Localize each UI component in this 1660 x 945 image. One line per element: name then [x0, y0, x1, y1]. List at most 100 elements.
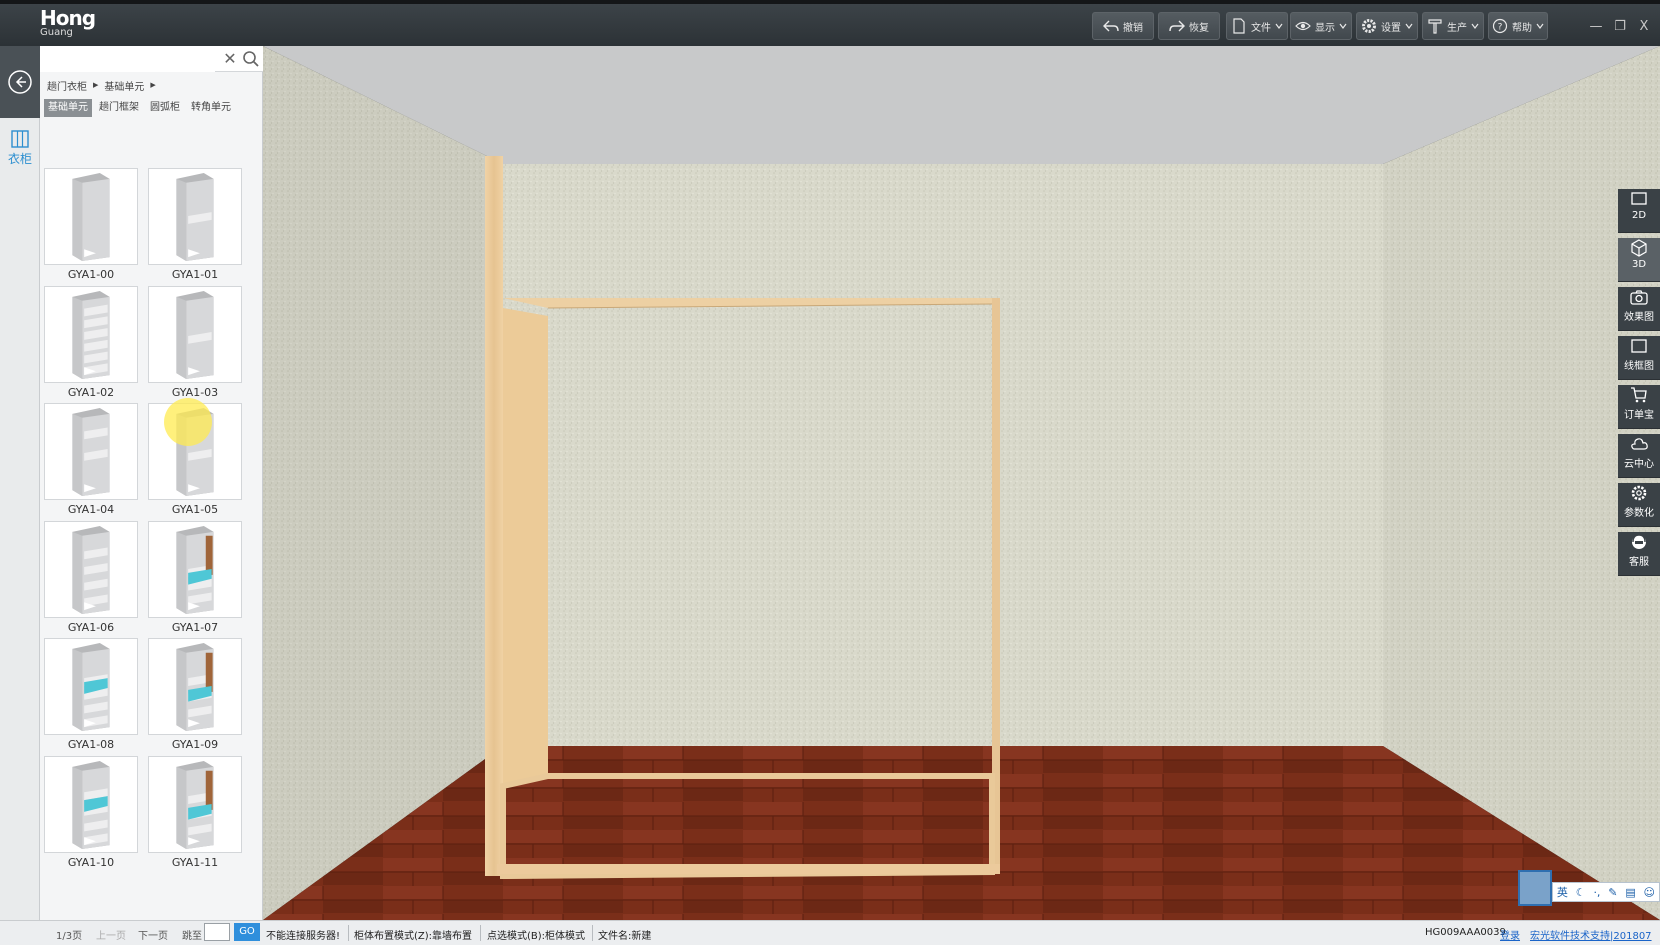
- cabinet-thumbnail-frame[interactable]: [44, 285, 138, 383]
- login-link[interactable]: 登录: [1500, 927, 1520, 942]
- goto-label: 跳至: [182, 931, 202, 942]
- redo-label: 恢复: [1189, 22, 1209, 34]
- order-button[interactable]: 订单宝: [1618, 385, 1660, 429]
- go-button[interactable]: GO: [234, 923, 260, 941]
- back-button[interactable]: [0, 46, 40, 118]
- cabinet-thumbnail-frame[interactable]: [44, 520, 138, 618]
- search-icon[interactable]: [241, 49, 261, 69]
- cabinet-item[interactable]: GYA1-09: [148, 638, 242, 753]
- cabinet-item-label: GYA1-07: [171, 620, 219, 634]
- cabinet-thumbnail: [72, 290, 110, 379]
- cabinet-item-label: GYA1-10: [67, 855, 115, 869]
- cabinet-thumbnail-frame[interactable]: [148, 285, 242, 383]
- cloud-button[interactable]: 云中心: [1618, 434, 1660, 478]
- cabinet-item[interactable]: GYA1-02: [44, 285, 138, 401]
- cabinet-item-label: GYA1-01: [171, 268, 219, 281]
- display-menu-button[interactable]: 显示: [1290, 12, 1352, 40]
- cabinet-item[interactable]: GYA1-01: [148, 168, 242, 283]
- breadcrumb-item[interactable]: 趟门衣柜: [47, 78, 87, 93]
- restore-button[interactable]: ❐: [1610, 16, 1630, 36]
- support-button[interactable]: 客服: [1618, 532, 1660, 576]
- title-bar: Hong Guang 撤销 恢复 文件 显示 设置 生产 ? 帮助 — ❐ X: [0, 0, 1660, 46]
- view-3d-button[interactable]: 3D: [1618, 238, 1660, 282]
- clear-icon[interactable]: ✕: [220, 49, 240, 69]
- search-input[interactable]: [40, 46, 215, 72]
- cabinet-thumbnail-frame[interactable]: [44, 403, 138, 500]
- cabinet-thumbnail-frame[interactable]: [148, 638, 242, 735]
- support-label: 客服: [1629, 557, 1649, 568]
- back-wall: [503, 164, 1383, 746]
- next-page-button[interactable]: 下一页: [138, 927, 168, 942]
- cabinet-thumbnail: [176, 525, 214, 614]
- cloud-icon: [1631, 438, 1648, 450]
- goto-page-input[interactable]: [204, 923, 230, 941]
- cabinet-item[interactable]: GYA1-11: [148, 755, 242, 871]
- cabinet-side-panel: [485, 156, 503, 876]
- file-menu-button[interactable]: 文件: [1226, 12, 1288, 40]
- produce-menu-button[interactable]: 生产: [1422, 12, 1484, 40]
- undo-button[interactable]: 撤销: [1092, 12, 1154, 40]
- view-2d-button[interactable]: 2D: [1618, 189, 1660, 233]
- file-icon: [1233, 18, 1245, 34]
- breadcrumb-item[interactable]: 基础单元: [104, 78, 144, 93]
- avatar[interactable]: [1518, 870, 1552, 906]
- tab-corner-unit[interactable]: 转角单元: [187, 99, 235, 117]
- wrench-icon[interactable]: ✎: [1608, 886, 1617, 899]
- ime-language[interactable]: 英: [1557, 884, 1568, 900]
- cabinet-item[interactable]: GYA1-03: [148, 285, 242, 401]
- cabinet-item-label: GYA1-03: [171, 385, 219, 399]
- tab-basic-unit[interactable]: 基础单元: [44, 99, 92, 117]
- headset-icon: [1632, 534, 1646, 549]
- 3d-viewport[interactable]: [263, 46, 1660, 920]
- cabinet-thumbnail-frame[interactable]: [44, 638, 138, 735]
- cabinet-item[interactable]: GYA1-04: [44, 403, 138, 518]
- cabinet-thumbnail-frame[interactable]: [44, 755, 138, 853]
- logo-main: Hong: [40, 6, 96, 30]
- punctuation-icon[interactable]: ·,: [1593, 886, 1600, 899]
- close-button[interactable]: X: [1634, 16, 1654, 36]
- back-arrow-icon: [8, 70, 32, 94]
- chevron-down-icon: [1339, 23, 1347, 29]
- cabinet-item[interactable]: GYA1-06: [44, 520, 138, 636]
- wireframe-button[interactable]: 线框图: [1618, 336, 1660, 380]
- cabinet-thumbnail: [72, 525, 110, 614]
- app-window: Hong Guang 撤销 恢复 文件 显示 设置 生产 ? 帮助 — ❐ X …: [0, 0, 1660, 945]
- cabinet-thumbnail: [72, 407, 110, 497]
- cabinet-item[interactable]: GYA1-08: [44, 638, 138, 753]
- prev-page-button[interactable]: 上一页: [96, 927, 126, 942]
- system-tray: 英 ☾ ·, ✎ ▤ ☺: [1518, 870, 1660, 906]
- tab-sliding-frame[interactable]: 趟门框架: [95, 99, 143, 117]
- produce-label: 生产: [1447, 22, 1467, 34]
- cabinet-thumbnail-frame[interactable]: [44, 168, 138, 265]
- ime-toolbar: 英 ☾ ·, ✎ ▤ ☺: [1552, 882, 1660, 902]
- parametric-button[interactable]: 参数化: [1618, 483, 1660, 527]
- help-menu-button[interactable]: ? 帮助: [1488, 12, 1548, 40]
- cabinet-thumbnail-frame[interactable]: [148, 168, 242, 265]
- minimize-button[interactable]: —: [1586, 16, 1606, 36]
- cabinet-thumbnail: [176, 290, 214, 379]
- tab-arc-cabinet[interactable]: 圆弧柜: [146, 99, 184, 117]
- moon-icon[interactable]: ☾: [1576, 886, 1586, 899]
- cabinet-item-label: GYA1-06: [67, 620, 115, 634]
- cabinet-item[interactable]: GYA1-10: [44, 755, 138, 871]
- cabinet-thumbnail: [72, 172, 110, 262]
- cursor-highlight: [164, 398, 212, 446]
- chevron-down-icon: [1275, 23, 1283, 29]
- cabinet-item[interactable]: GYA1-00: [44, 168, 138, 283]
- cabinet-item[interactable]: GYA1-07: [148, 520, 242, 636]
- redo-icon: [1169, 20, 1185, 32]
- nav-item-wardrobe[interactable]: 衣柜: [0, 130, 40, 174]
- chevron-down-icon: [1536, 23, 1544, 29]
- category-tabs: 基础单元 趟门框架 圆弧柜 转角单元: [44, 99, 235, 117]
- clipboard-icon[interactable]: ▤: [1625, 886, 1635, 899]
- smiley-icon[interactable]: ☺: [1644, 886, 1655, 899]
- settings-menu-button[interactable]: 设置: [1356, 12, 1418, 40]
- cabinet-item-label: GYA1-02: [67, 385, 115, 399]
- camera-icon: [1630, 290, 1648, 305]
- redo-button[interactable]: 恢复: [1158, 12, 1220, 40]
- cabinet-thumbnail-frame[interactable]: [148, 520, 242, 618]
- cabinet-thumbnail-frame[interactable]: [148, 755, 242, 853]
- support-link[interactable]: 宏光软件技术支持|201807: [1530, 927, 1652, 942]
- order-label: 订单宝: [1624, 410, 1654, 421]
- render-button[interactable]: 效果图: [1618, 287, 1660, 331]
